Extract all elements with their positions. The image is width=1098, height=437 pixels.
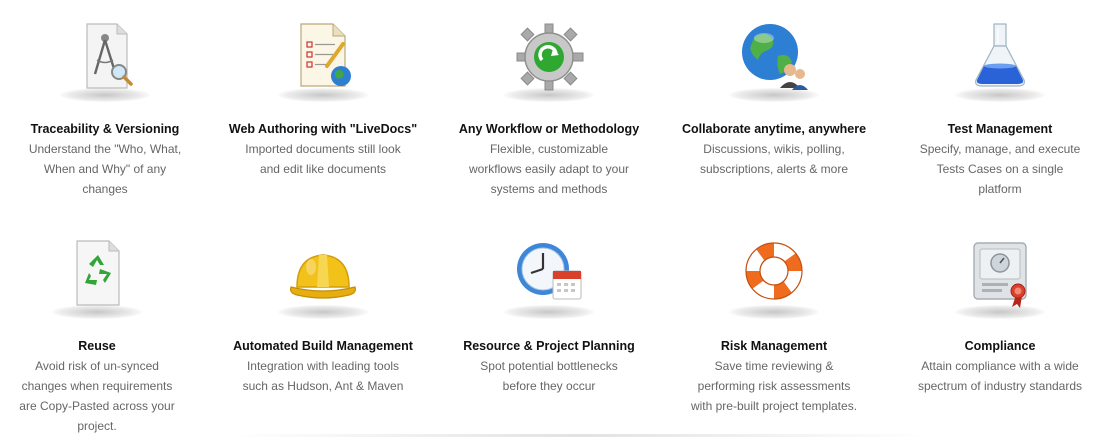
feature-compliance: Compliance Attain compliance with a wide… [895, 233, 1098, 396]
feature-reuse: Reuse Avoid risk of un-synced changes wh… [0, 233, 202, 436]
feature-test-management: Test Management Specify, manage, and exe… [895, 16, 1098, 199]
feature-description: Save time reviewing & performing risk as… [690, 359, 858, 413]
feature-description: Avoid risk of un-synced changes when req… [19, 359, 175, 433]
feature-title: Web Authoring with "LiveDocs" [228, 122, 418, 136]
feature-build-management: Automated Build Management Integration w… [218, 233, 428, 396]
recycle-document-icon [76, 240, 120, 306]
gear-refresh-icon [516, 23, 584, 91]
globe-users-icon [742, 24, 808, 90]
icon-area [719, 233, 829, 323]
feature-description: Understand the "Who, What, When and Why"… [28, 142, 182, 196]
icon-area [268, 16, 378, 106]
icon-area [50, 16, 160, 106]
feature-title: Reuse [78, 339, 116, 353]
feature-grid: Traceability & Versioning Understand the… [0, 0, 1098, 437]
feature-description: Specify, manage, and execute Tests Cases… [919, 142, 1081, 196]
feature-risk-management: Risk Management Save time reviewing & pe… [669, 233, 879, 416]
icon-area [268, 233, 378, 323]
feature-title: Resource & Project Planning [463, 339, 635, 353]
feature-title: Risk Management [720, 339, 828, 353]
feature-description: Attain compliance with a wide spectrum o… [917, 359, 1083, 393]
feature-description: Integration with leading tools such as H… [242, 359, 404, 393]
clock-calendar-icon [517, 243, 582, 300]
feature-traceability: Traceability & Versioning Understand the… [0, 16, 210, 199]
feature-description: Flexible, customizable workflows easily … [468, 142, 630, 196]
document-globe-icon [300, 23, 351, 87]
feature-description: Spot potential bottlenecks before they o… [480, 359, 618, 393]
icon-area [945, 233, 1055, 323]
icon-area [42, 233, 152, 323]
feature-collaborate: Collaborate anytime, anywhere Discussion… [669, 16, 879, 179]
feature-title: Automated Build Management [233, 339, 413, 353]
feature-title: Any Workflow or Methodology [458, 122, 640, 136]
feature-workflow: Any Workflow or Methodology Flexible, cu… [444, 16, 654, 199]
compass-document-icon [86, 23, 133, 89]
feature-web-authoring: Web Authoring with "LiveDocs" Imported d… [218, 16, 428, 179]
icon-area [494, 16, 604, 106]
certificate-icon [973, 242, 1027, 308]
feature-title: Traceability & Versioning [30, 122, 180, 136]
feature-description: Discussions, wikis, polling, subscriptio… [699, 142, 849, 176]
feature-description: Imported documents still look and edit l… [245, 142, 401, 176]
feature-title: Collaborate anytime, anywhere [681, 122, 867, 136]
feature-resource-planning: Resource & Project Planning Spot potenti… [444, 233, 654, 396]
flask-icon [975, 23, 1025, 87]
feature-title: Compliance [964, 339, 1036, 353]
icon-area [494, 233, 604, 323]
icon-area [719, 16, 829, 106]
lifebuoy-icon [745, 242, 803, 300]
icon-area [945, 16, 1055, 106]
feature-title: Test Management [947, 122, 1053, 136]
hard-hat-icon [290, 254, 356, 299]
